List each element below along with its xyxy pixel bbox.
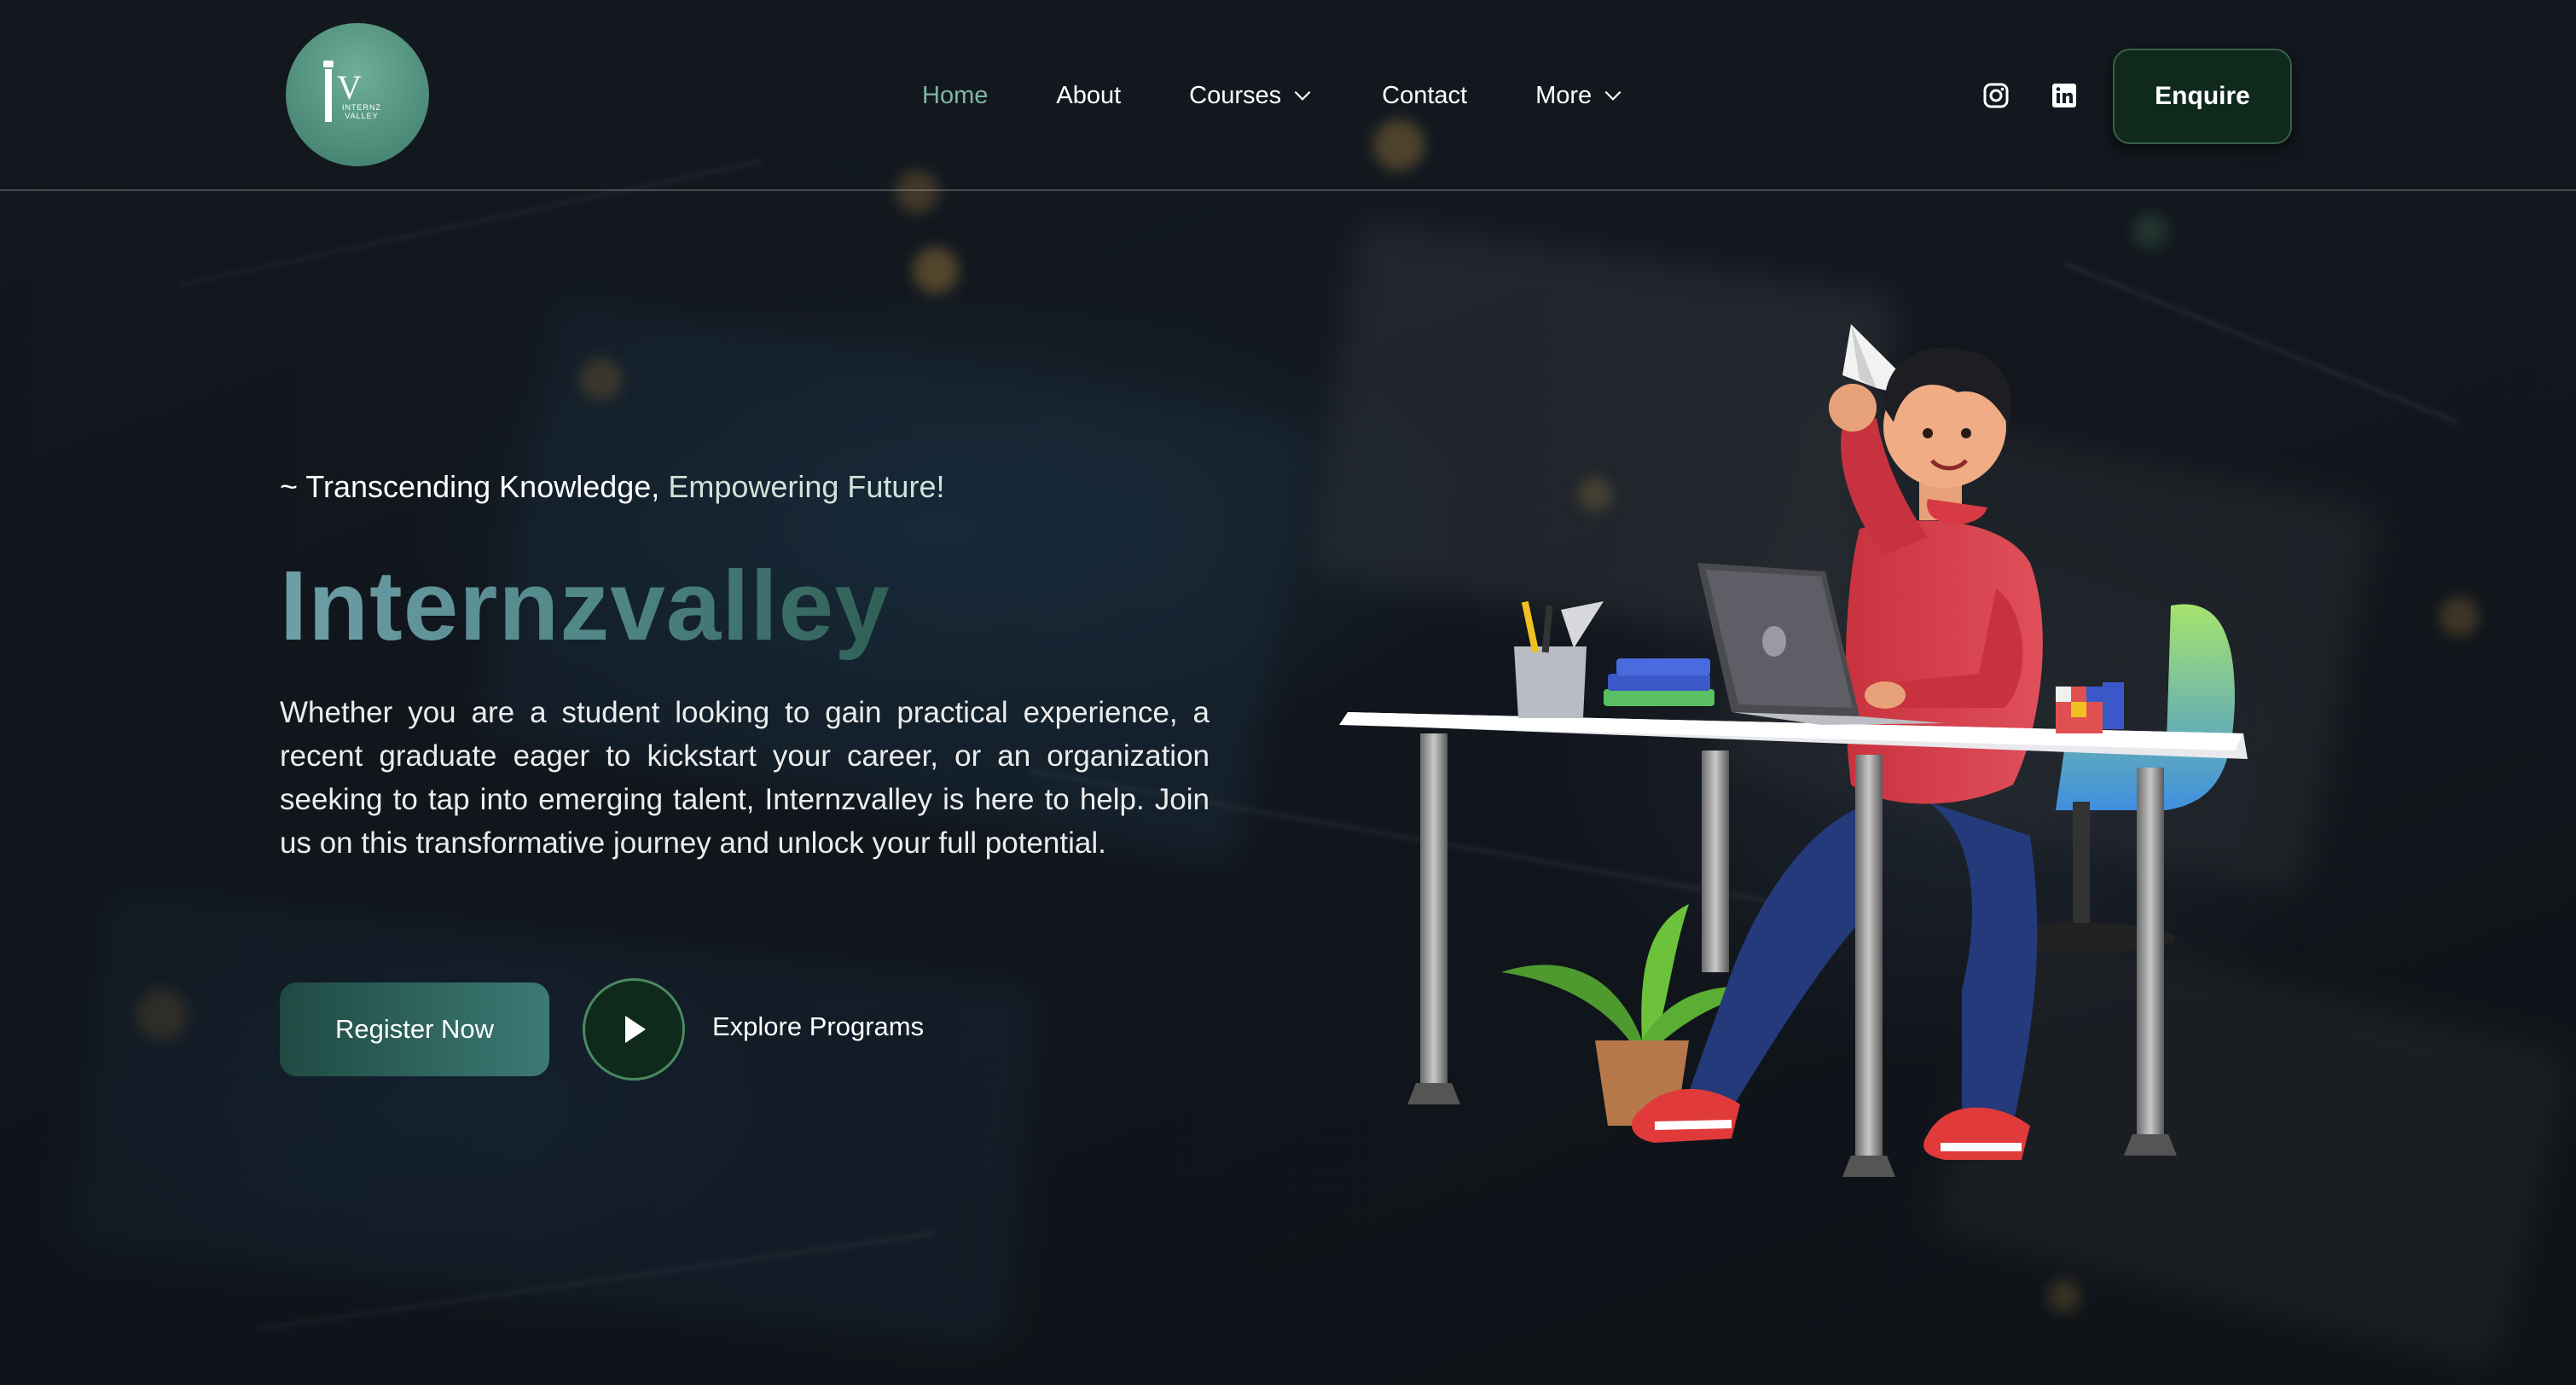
nav-item-home[interactable]: Home: [922, 82, 988, 110]
nav-item-about[interactable]: About: [1056, 82, 1121, 110]
nav-item-label: Courses: [1189, 81, 1282, 109]
logo-mark: V INTERNZ VALLEY: [323, 61, 392, 129]
register-now-button[interactable]: Register Now: [280, 982, 549, 1076]
nav-item-courses[interactable]: Courses: [1189, 82, 1314, 110]
hero-illustration: [1339, 324, 2248, 1177]
nav-item-label: About: [1056, 81, 1122, 109]
enquire-button[interactable]: Enquire: [2113, 49, 2292, 144]
tagline-highlight: Empowering Future!: [668, 469, 945, 504]
chevron-down-icon: [1294, 90, 1311, 101]
nav-item-contact[interactable]: Contact: [1382, 82, 1467, 110]
nav-item-label: Home: [922, 81, 989, 109]
instagram-icon[interactable]: [1982, 82, 2010, 109]
tagline-prefix: ~ Transcending Knowledge,: [280, 469, 660, 504]
hero-description: Whether you are a student looking to gai…: [280, 696, 1210, 860]
logo[interactable]: V INTERNZ VALLEY: [286, 23, 429, 166]
site-header: V INTERNZ VALLEY Home About Courses Cont…: [0, 0, 2576, 191]
play-icon: [625, 1016, 646, 1043]
logo-text: INTERNZ VALLEY: [342, 103, 381, 120]
main-nav: Home About Courses Contact More: [922, 77, 1692, 114]
nav-item-label: More: [1535, 81, 1593, 109]
nav-item-label: Contact: [1382, 81, 1468, 109]
explore-programs-link[interactable]: Explore Programs: [712, 1011, 924, 1042]
play-button[interactable]: [583, 978, 685, 1081]
linkedin-icon[interactable]: [2051, 82, 2078, 109]
chevron-down-icon: [1604, 90, 1622, 101]
nav-item-more[interactable]: More: [1535, 82, 1624, 110]
hero-tagline: ~ Transcending Knowledge, Empowering Fut…: [280, 469, 944, 505]
hero-title: Internzvalley: [280, 550, 891, 661]
